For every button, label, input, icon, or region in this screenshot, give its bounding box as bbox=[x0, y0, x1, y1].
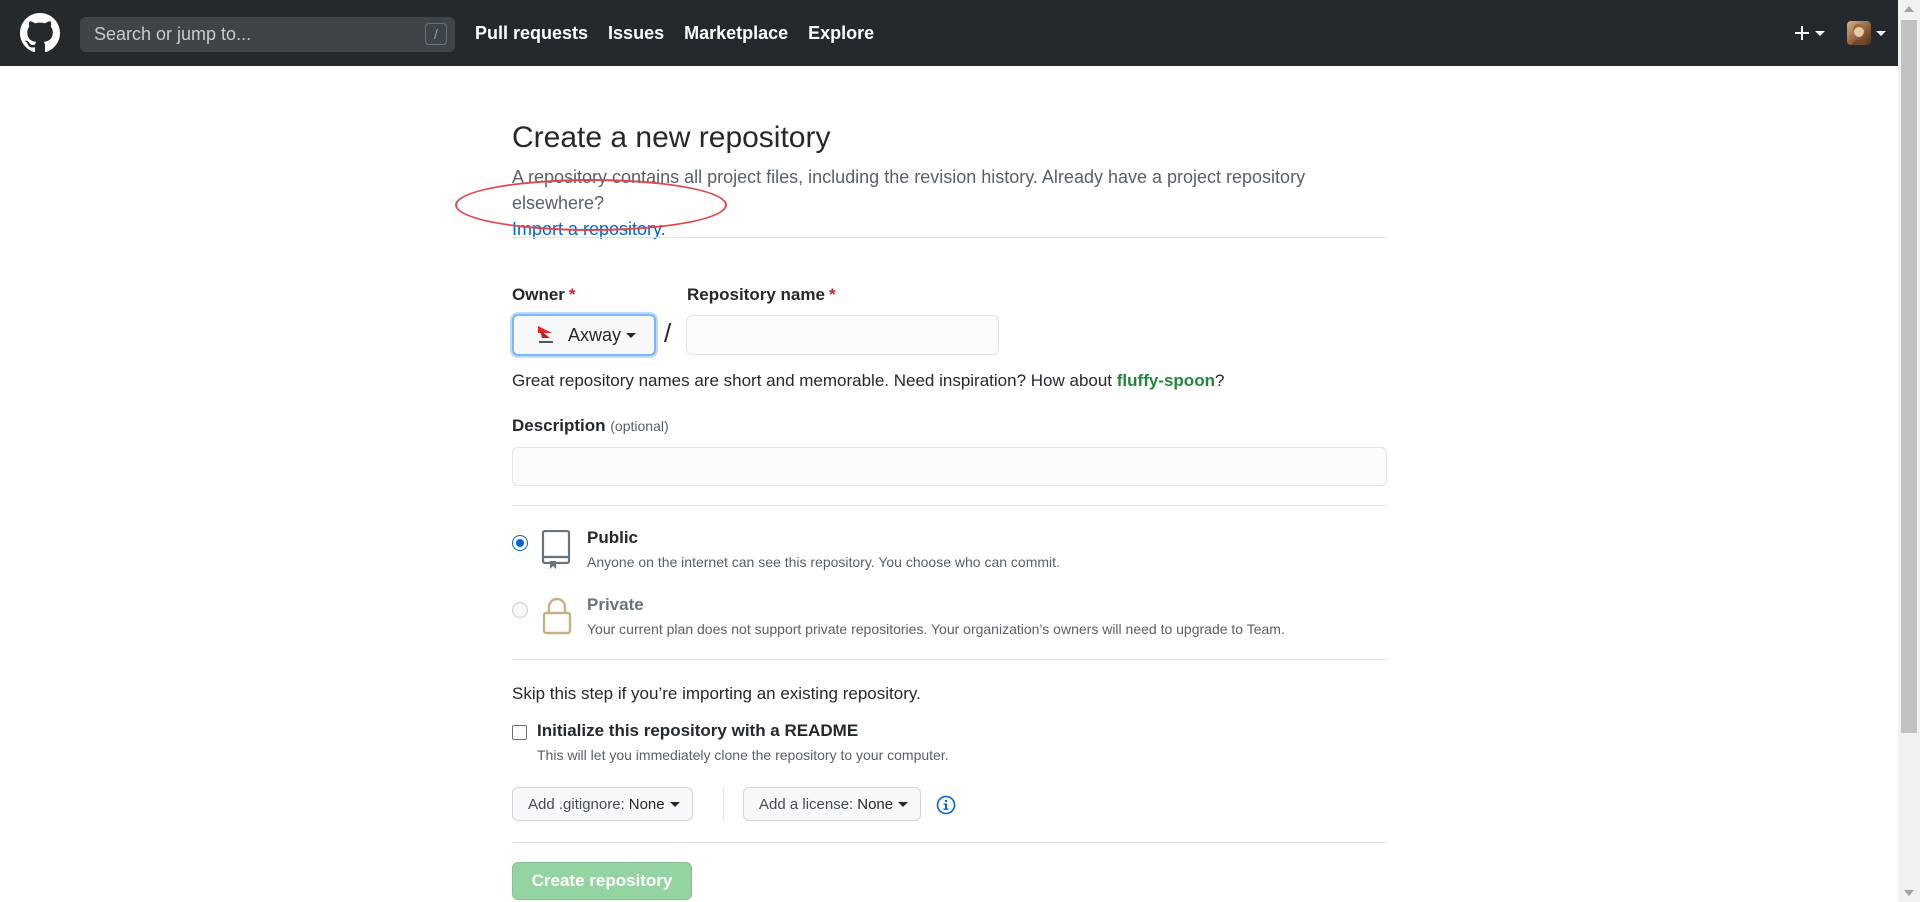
required-mark: * bbox=[568, 285, 576, 304]
divider bbox=[512, 842, 1387, 843]
hint-text: Great repository names are short and mem… bbox=[512, 371, 1113, 390]
repo-name-label-text: Repository name bbox=[687, 285, 825, 304]
nav-issues[interactable]: Issues bbox=[608, 23, 664, 44]
skip-step-text: Skip this step if you’re importing an ex… bbox=[512, 684, 921, 703]
search-shortcut-key: / bbox=[425, 23, 447, 45]
header-actions bbox=[1794, 0, 1886, 66]
owner-repo-separator: / bbox=[664, 318, 672, 348]
divider bbox=[512, 659, 1387, 660]
readme-label[interactable]: Initialize this repository with a README bbox=[537, 721, 858, 741]
description-label: Description (optional) bbox=[512, 416, 669, 436]
top-header: Search or jump to... / Pull requests Iss… bbox=[0, 0, 1898, 66]
chevron-down-icon bbox=[669, 801, 680, 807]
page-title: Create a new repository bbox=[512, 121, 831, 154]
gitignore-label: Add .gitignore: bbox=[528, 795, 625, 813]
import-repository-link[interactable]: Import a repository. bbox=[512, 219, 666, 239]
chevron-down-icon bbox=[1815, 30, 1825, 36]
scroll-down-arrow-icon[interactable] bbox=[1904, 890, 1914, 896]
main-nav: Pull requests Issues Marketplace Explore bbox=[475, 0, 894, 66]
repo-name-label: Repository name * bbox=[687, 285, 836, 305]
chevron-down-icon bbox=[1876, 30, 1886, 36]
search-placeholder: Search or jump to... bbox=[94, 24, 252, 44]
chevron-down-icon bbox=[626, 332, 637, 338]
repo-name-hint: Great repository names are short and mem… bbox=[512, 371, 1224, 391]
owner-select[interactable]: Axway bbox=[512, 314, 656, 356]
nav-explore[interactable]: Explore bbox=[808, 23, 874, 44]
required-mark: * bbox=[828, 285, 836, 304]
plus-icon bbox=[1795, 26, 1809, 40]
info-icon[interactable] bbox=[936, 795, 956, 815]
user-menu-button[interactable] bbox=[1847, 21, 1886, 45]
divider bbox=[512, 237, 1387, 238]
create-repository-button[interactable]: Create repository bbox=[512, 862, 692, 900]
axway-logo-icon bbox=[538, 326, 553, 343]
readme-checkbox[interactable] bbox=[512, 725, 527, 740]
page-scrollbar[interactable] bbox=[1898, 0, 1920, 902]
avatar bbox=[1847, 21, 1871, 45]
chevron-down-icon bbox=[898, 801, 909, 807]
add-license-button[interactable]: Add a license: None bbox=[743, 787, 922, 821]
divider bbox=[512, 505, 1387, 506]
gitignore-value: None bbox=[628, 795, 665, 813]
owner-label: Owner * bbox=[512, 285, 576, 305]
readme-description: This will let you immediately clone the … bbox=[537, 747, 949, 763]
nav-marketplace[interactable]: Marketplace bbox=[684, 23, 788, 44]
owner-value: Axway bbox=[568, 324, 622, 345]
description-label-text: Description bbox=[512, 416, 606, 435]
github-logo-icon[interactable] bbox=[20, 13, 60, 53]
owner-label-text: Owner bbox=[512, 285, 565, 304]
public-option-description: Anyone on the internet can see this repo… bbox=[587, 554, 1060, 570]
create-new-menu-button[interactable] bbox=[1794, 25, 1825, 41]
scroll-up-arrow-icon[interactable] bbox=[1904, 6, 1914, 12]
name-suggestion-link[interactable]: fluffy-spoon bbox=[1117, 371, 1215, 390]
public-radio[interactable] bbox=[512, 535, 528, 551]
hint-suffix: ? bbox=[1214, 371, 1225, 390]
add-gitignore-button[interactable]: Add .gitignore: None bbox=[512, 787, 693, 821]
search-input[interactable]: Search or jump to... / bbox=[80, 17, 455, 52]
page-subtitle: A repository contains all project files,… bbox=[512, 164, 1387, 242]
button-separator bbox=[723, 787, 724, 821]
nav-pull-requests[interactable]: Pull requests bbox=[475, 23, 588, 44]
optional-tag: (optional) bbox=[610, 418, 669, 434]
license-value: None bbox=[857, 795, 894, 813]
public-option-title: Public bbox=[587, 528, 639, 547]
lock-icon bbox=[542, 597, 572, 635]
repo-book-icon bbox=[541, 530, 571, 569]
scrollbar-thumb[interactable] bbox=[1901, 20, 1917, 733]
repository-name-input[interactable] bbox=[686, 315, 999, 355]
license-label: Add a license: bbox=[759, 795, 854, 813]
private-radio[interactable] bbox=[512, 602, 528, 618]
private-option-title: Private bbox=[587, 595, 644, 614]
description-input[interactable] bbox=[512, 447, 1387, 486]
private-option-description: Your current plan does not support priva… bbox=[587, 621, 1285, 637]
subtitle-text: A repository contains all project files,… bbox=[512, 167, 1306, 213]
